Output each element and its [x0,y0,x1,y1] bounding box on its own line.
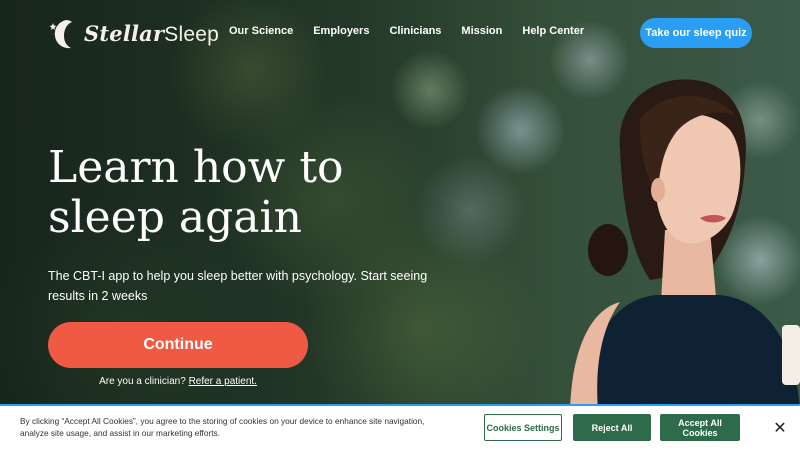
clinician-prompt: Are you a clinician? [99,376,186,387]
close-icon[interactable]: ✕ [770,419,790,439]
nav-link-help-center[interactable]: Help Center [522,25,584,37]
accept-all-cookies-button[interactable]: Accept All Cookies [660,414,740,441]
hero-woman-photo [570,79,800,410]
clinician-referral: Are you a clinician? Refer a patient. [48,376,308,387]
nav-link-employers[interactable]: Employers [313,25,369,37]
take-sleep-quiz-button[interactable]: Take our sleep quiz [640,18,752,48]
brand-name: StellarSleep [84,21,219,47]
moon-star-icon [49,20,72,49]
cookies-settings-button[interactable]: Cookies Settings [484,414,562,441]
nav-link-clinicians[interactable]: Clinicians [389,25,441,37]
hero-subtitle: The CBT-I app to help you sleep better w… [48,269,428,303]
nav-link-mission[interactable]: Mission [461,25,502,37]
brand-name-plain: Sleep [164,23,219,46]
nav-links: Our Science Employers Clinicians Mission… [229,25,604,37]
brand-logo[interactable]: StellarSleep [48,14,219,54]
cookie-consent-text: By clicking “Accept All Cookies”, you ag… [20,416,425,438]
refer-patient-link[interactable]: Refer a patient. [189,376,257,387]
top-navigation: StellarSleep Our Science Employers Clini… [0,0,800,66]
hero-headline-line-1: Learn how to [48,142,344,193]
continue-button[interactable]: Continue [48,322,308,368]
hero-headline-line-2: sleep again [48,192,302,243]
cookie-banner: By clicking “Accept All Cookies”, you ag… [0,404,800,450]
nav-link-our-science[interactable]: Our Science [229,25,293,37]
reject-all-button[interactable]: Reject All [573,414,651,441]
hero-headline: Learn how to sleep again [48,143,408,243]
brand-name-script: Stellar [84,21,165,46]
